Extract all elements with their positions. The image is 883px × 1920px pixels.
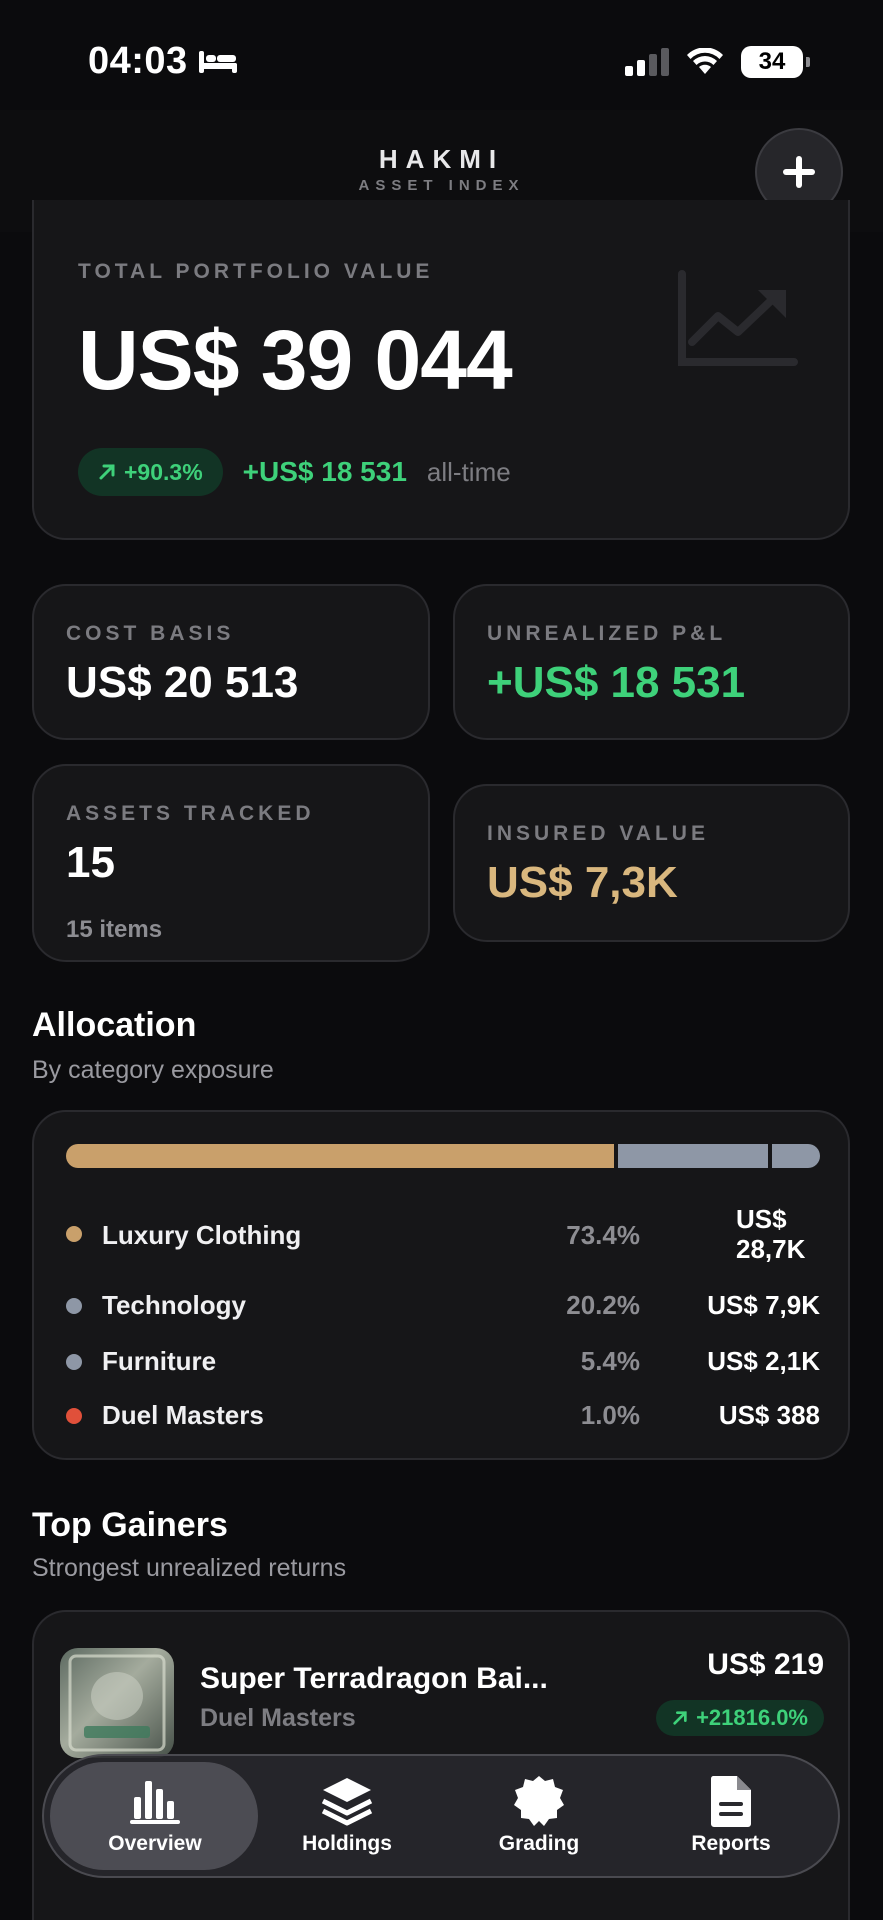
assets-tracked-card[interactable]: ASSETS TRACKED 15 15 items <box>32 764 430 962</box>
gainer-change-badge: +21816.0% <box>656 1700 824 1736</box>
battery-level: 34 <box>758 48 786 75</box>
unrealized-pl-value: +US$ 18 531 <box>487 658 746 707</box>
gainer-change: +21816.0% <box>696 1705 808 1730</box>
tab-reports-label: Reports <box>691 1832 771 1855</box>
status-indicators: 34 <box>625 46 810 78</box>
allocation-row[interactable]: Duel Masters 1.0% US$ 388 <box>66 1396 820 1436</box>
category-pct: 5.4% <box>580 1346 640 1376</box>
insured-value-label: INSURED VALUE <box>487 822 709 845</box>
layers-icon <box>321 1778 373 1826</box>
tab-overview-label: Overview <box>108 1832 202 1855</box>
sleep-bed-icon <box>198 50 237 73</box>
allocation-bar <box>66 1144 820 1168</box>
badge-icon <box>514 1776 564 1826</box>
tab-holdings-label: Holdings <box>302 1832 392 1855</box>
tab-grading[interactable]: Grading <box>454 1774 624 1856</box>
unrealized-pl-label: UNREALIZED P&L <box>487 622 727 645</box>
category-value: US$ 28,7K <box>736 1204 806 1264</box>
top-gainers-subtitle: Strongest unrealized returns <box>32 1554 347 1582</box>
tab-grading-label: Grading <box>498 1832 580 1855</box>
change-period: all-time <box>426 456 511 487</box>
allocation-segment <box>66 1144 614 1168</box>
category-value: US$ 2,1K <box>707 1346 820 1376</box>
battery-icon: 34 <box>741 46 810 78</box>
plus-icon <box>783 156 815 188</box>
cost-basis-card[interactable]: COST BASIS US$ 20 513 <box>32 584 430 740</box>
category-name: Luxury Clothing <box>102 1220 302 1250</box>
unrealized-pl-card[interactable]: UNREALIZED P&L +US$ 18 531 <box>453 584 850 740</box>
gainer-value: US$ 219 <box>707 1648 824 1681</box>
allocation-subtitle: By category exposure <box>32 1056 274 1084</box>
portfolio-value: US$ 39 044 <box>78 313 513 407</box>
trend-chart-icon <box>678 270 798 366</box>
app-subtitle: ASSET INDEX <box>358 177 525 194</box>
insured-value: US$ 7,3K <box>487 858 678 907</box>
category-dot <box>66 1354 82 1370</box>
tab-overview[interactable]: Overview <box>70 1774 240 1856</box>
allocation-row[interactable]: Technology 20.2% US$ 7,9K <box>66 1286 820 1326</box>
time-label: 04:03 <box>88 40 188 82</box>
gainer-name: Super Terradragon Bai... <box>200 1662 548 1695</box>
assets-tracked-label: ASSETS TRACKED <box>66 802 315 825</box>
category-dot <box>66 1298 82 1314</box>
category-pct: 73.4% <box>566 1220 640 1250</box>
category-value: US$ 388 <box>718 1400 820 1430</box>
allocation-card: Luxury Clothing 73.4% US$ 28,7K Technolo… <box>32 1110 850 1460</box>
arrow-up-right-icon <box>99 464 115 480</box>
category-name: Duel Masters <box>102 1400 264 1430</box>
gainer-thumbnail <box>60 1648 174 1758</box>
category-name: Technology <box>102 1290 246 1320</box>
category-value: US$ 7,9K <box>707 1290 820 1320</box>
top-gainers-title: Top Gainers <box>32 1506 228 1544</box>
wifi-icon <box>687 48 723 74</box>
assets-tracked-value: 15 <box>66 838 115 887</box>
tab-holdings[interactable]: Holdings <box>262 1774 432 1856</box>
category-pct: 20.2% <box>566 1290 640 1320</box>
change-pct: +90.3% <box>124 458 203 485</box>
status-bar: 04:03 34 <box>0 0 883 120</box>
app-title: HAKMI <box>378 144 505 174</box>
insured-value-card[interactable]: INSURED VALUE US$ 7,3K <box>453 784 850 942</box>
allocation-title: Allocation <box>32 1006 197 1044</box>
document-icon <box>710 1776 751 1827</box>
change-amount: +US$ 18 531 <box>242 456 407 487</box>
tab-reports[interactable]: Reports <box>646 1774 816 1856</box>
cellular-signal-icon <box>625 48 669 76</box>
allocation-row[interactable]: Furniture 5.4% US$ 2,1K <box>66 1342 820 1382</box>
portfolio-value-card[interactable]: TOTAL PORTFOLIO VALUE US$ 39 044 +90.3% … <box>32 200 850 540</box>
change-pct-badge: +90.3% <box>78 448 223 496</box>
allocation-segment <box>772 1144 820 1168</box>
portfolio-value-label: TOTAL PORTFOLIO VALUE <box>78 260 434 283</box>
allocation-row[interactable]: Luxury Clothing 73.4% US$ 28,7K <box>66 1204 820 1264</box>
category-name: Furniture <box>102 1346 217 1376</box>
cost-basis-value: US$ 20 513 <box>66 658 299 707</box>
assets-tracked-sub: 15 items <box>66 916 163 943</box>
cost-basis-label: COST BASIS <box>66 622 235 645</box>
category-pct: 1.0% <box>580 1400 640 1430</box>
arrow-up-right-icon <box>673 1711 687 1725</box>
status-time: 04:03 <box>88 40 238 83</box>
gainer-category: Duel Masters <box>200 1704 356 1732</box>
portfolio-change-row: +90.3% +US$ 18 531 all-time <box>78 448 511 496</box>
tab-bar: Overview Holdings Grading Reports <box>42 1754 840 1878</box>
category-dot <box>66 1408 82 1424</box>
allocation-segment <box>617 1144 769 1168</box>
category-dot <box>66 1226 82 1242</box>
card-image-icon <box>68 1654 166 1752</box>
brand: HAKMI ASSET INDEX <box>0 144 883 194</box>
bar-chart-icon <box>130 1781 180 1824</box>
